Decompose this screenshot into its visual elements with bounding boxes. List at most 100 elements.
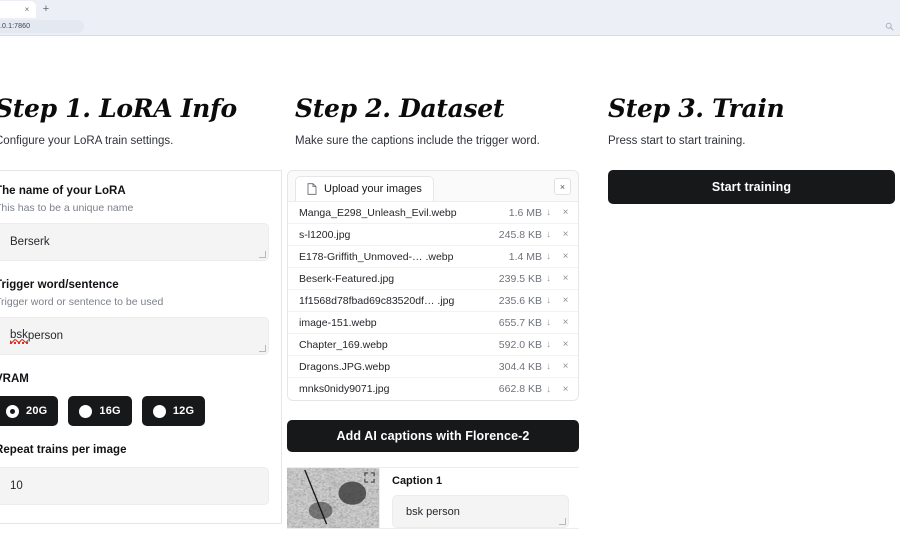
file-size: 245.8 KB [498,228,542,241]
browser-tabstrip: × + [0,0,900,18]
trigger-word-input[interactable]: bsk person [0,317,269,355]
trigger-word-value-rest: person [27,330,64,342]
file-size: 592.0 KB [498,338,542,351]
new-tab-button[interactable]: + [40,3,52,15]
vram-option-20g[interactable]: 20G [0,396,59,426]
file-size: 1.6 MB [508,206,542,219]
vram-option-12g-label: 12G [172,405,195,417]
download-icon[interactable]: ↓ [546,339,551,350]
download-icon[interactable]: ↓ [546,251,551,262]
file-size: 662.8 KB [498,383,542,395]
lora-info-card: The name of your LoRA This has to be a u… [0,170,282,524]
repeat-trains-field-group: Repeat trains per image 10 [0,444,269,505]
remove-file-icon[interactable]: × [560,384,571,395]
start-training-button[interactable]: Start training [608,170,895,204]
step2-subtitle: Make sure the captions include the trigg… [295,135,540,147]
remove-file-icon[interactable]: × [560,361,571,372]
resize-handle-icon[interactable] [559,518,566,525]
file-size: 239.5 KB [498,272,542,285]
radio-unselected-icon [152,404,166,418]
step1-subtitle: Configure your LoRA train settings. [0,135,174,147]
dataset-upload-panel: Upload your images × Manga_E298_Unleash_… [287,170,579,401]
browser-tab[interactable]: × [0,1,36,18]
file-row[interactable]: 1f1568d78fbad69c83520df… .jpg 235.6 KB ↓… [288,290,578,312]
document-icon [307,183,317,195]
page-title-step3: Step 3. Train [608,94,785,123]
caption-label: Caption 1 [392,475,443,487]
remove-file-icon[interactable]: × [560,317,571,328]
file-size: 304.4 KB [498,360,542,373]
uploaded-file-list: Manga_E298_Unleash_Evil.webp 1.6 MB ↓ × … [288,202,578,400]
download-icon[interactable]: ↓ [546,317,551,328]
vram-radio-group: 20G 16G 12G [0,396,269,426]
repeat-trains-label: Repeat trains per image [0,444,127,456]
remove-file-icon[interactable]: × [560,207,571,218]
file-size: 655.7 KB [498,316,542,329]
remove-file-icon[interactable]: × [560,251,571,262]
file-row[interactable]: s-l1200.jpg 245.8 KB ↓ × [288,224,578,246]
vram-option-12g[interactable]: 12G [141,396,206,426]
file-name: Manga_E298_Unleash_Evil.webp [299,206,457,219]
file-name: s-l1200.jpg [299,228,351,241]
trigger-word-hint: Trigger word or sentence to be used [0,296,164,308]
vram-field-group: VRAM 20G 16G 12G [0,373,269,426]
step2-column: Step 2. Dataset Make sure the captions i… [282,96,595,529]
upload-your-images-label: Upload your images [324,183,422,195]
remove-file-icon[interactable]: × [560,273,571,284]
file-row[interactable]: E178-Griffith_Unmoved-… .webp 1.4 MB ↓ × [288,246,578,268]
browser-urlbar-row: 0.0.1:7860 [0,18,900,35]
file-row[interactable]: Dragons.JPG.webp 304.4 KB ↓ × [288,356,578,378]
caption-value: bsk person [406,505,460,518]
vram-option-16g-label: 16G [99,405,121,417]
download-icon[interactable]: ↓ [546,384,551,395]
steps-columns: Step 1. LoRA Info Configure your LoRA tr… [0,36,900,529]
remove-file-icon[interactable]: × [560,339,571,350]
lora-name-input[interactable]: Berserk [0,223,269,261]
file-row[interactable]: image-151.webp 655.7 KB ↓ × [288,312,578,334]
download-icon[interactable]: ↓ [546,229,551,240]
file-row[interactable]: mnks0nidy9071.jpg 662.8 KB ↓ × [288,378,578,400]
file-name: mnks0nidy9071.jpg [299,383,390,395]
close-icon[interactable]: × [554,178,571,195]
file-name: Chapter_169.webp [299,338,388,351]
dataset-thumbnail[interactable] [287,468,380,528]
step1-column: Step 1. LoRA Info Configure your LoRA tr… [0,96,282,529]
file-name: Beserk-Featured.jpg [299,272,395,285]
search-icon[interactable] [885,22,894,31]
file-row[interactable]: Beserk-Featured.jpg 239.5 KB ↓ × [288,268,578,290]
resize-handle-icon[interactable] [259,251,266,258]
caption-fields: Caption 1 bsk person [380,468,579,528]
file-row[interactable]: Chapter_169.webp 592.0 KB ↓ × [288,334,578,356]
file-size: 235.6 KB [498,294,542,307]
trigger-word-value-misspelled: bsk [10,329,28,344]
caption-input[interactable]: bsk person [392,495,569,528]
upload-your-images-button[interactable]: Upload your images [295,176,434,201]
download-icon[interactable]: ↓ [546,273,551,284]
app-viewport: Step 1. LoRA Info Configure your LoRA tr… [0,36,900,549]
url-input[interactable]: 0.0.1:7860 [0,20,84,33]
vram-label: VRAM [0,373,29,385]
trigger-word-field-group: Trigger word/sentence Trigger word or se… [0,279,269,355]
resize-handle-icon[interactable] [259,345,266,352]
file-name: Dragons.JPG.webp [299,360,391,373]
remove-file-icon[interactable]: × [560,295,571,306]
repeat-trains-input[interactable]: 10 [0,467,269,505]
browser-chrome: × + 0.0.1:7860 [0,0,900,36]
remove-file-icon[interactable]: × [560,229,571,240]
download-icon[interactable]: ↓ [546,361,551,372]
step3-subtitle: Press start to start training. [608,135,746,147]
lora-name-value: Berserk [10,236,50,248]
vram-option-16g[interactable]: 16G [68,396,132,426]
repeat-trains-value: 10 [10,480,23,492]
download-icon[interactable]: ↓ [546,207,551,218]
lora-name-field-group: The name of your LoRA This has to be a u… [0,185,269,261]
add-ai-captions-button[interactable]: Add AI captions with Florence-2 [287,420,579,452]
url-text: 0.0.1:7860 [0,23,31,30]
expand-icon[interactable] [364,472,375,483]
download-icon[interactable]: ↓ [546,295,551,306]
close-icon[interactable]: × [22,5,32,15]
file-row[interactable]: Manga_E298_Unleash_Evil.webp 1.6 MB ↓ × [288,202,578,224]
file-name: image-151.webp [299,316,377,329]
trigger-word-label: Trigger word/sentence [0,279,119,291]
page-title-step2: Step 2. Dataset [295,94,505,123]
